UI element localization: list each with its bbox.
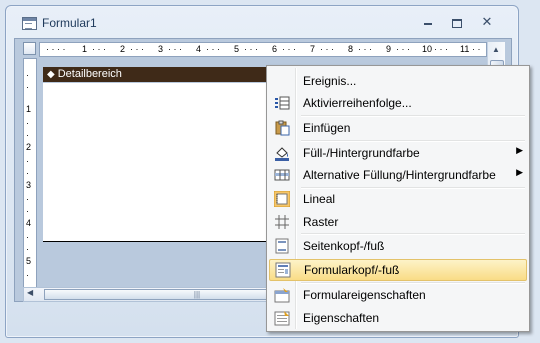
menu-item-lineal[interactable]: Lineal: [269, 188, 525, 210]
menu-item-label: Raster: [303, 215, 339, 229]
menu-item-aktivierreihenfolge[interactable]: Aktivierreihenfolge...: [269, 92, 525, 114]
menu-item-label: Formularkopf/-fuß: [304, 263, 400, 277]
menu-item-seitenkopf[interactable]: Seitenkopf-/fuß: [269, 235, 525, 257]
scroll-left-arrow-icon[interactable]: ◀: [27, 288, 33, 297]
alternate-fill-icon: [274, 167, 290, 183]
scroll-up-arrow-icon[interactable]: ▲: [490, 44, 502, 56]
page-header-icon: [274, 238, 290, 254]
tab-order-icon: [274, 95, 290, 111]
paste-icon: [274, 120, 290, 136]
menu-item-label: Seitenkopf-/fuß: [303, 239, 385, 253]
menu-item-eigenschaften[interactable]: Eigenschaften: [269, 307, 525, 329]
ruler-mark: 2: [26, 142, 32, 152]
menu-item-label: Ereignis...: [303, 74, 357, 88]
submenu-arrow-icon: ▶: [516, 168, 523, 178]
menu-item-alternative-fuellung[interactable]: Alternative Füllung/Hintergrundfarbe ▶: [269, 164, 525, 186]
ruler-mark: 1: [82, 44, 88, 54]
menu-item-label: Aktivierreihenfolge...: [303, 96, 412, 110]
ruler-mark: 8: [348, 44, 354, 54]
menu-item-raster[interactable]: Raster: [269, 211, 525, 233]
menu-item-label: Lineal: [303, 192, 336, 206]
menu-item-fuellfarbe[interactable]: Füll-/Hintergrundfarbe ▶: [269, 142, 525, 164]
menu-item-label: Eigenschaften: [303, 311, 380, 325]
ruler-mark: 3: [158, 44, 164, 54]
maximize-button[interactable]: [446, 15, 468, 31]
fill-color-icon: [274, 145, 290, 161]
menu-item-label: Einfügen: [303, 121, 351, 135]
menu-item-formularkopf[interactable]: Formularkopf/-fuß: [269, 259, 527, 281]
grid-icon: [274, 214, 290, 230]
ruler-mark: 9: [386, 44, 392, 54]
menu-item-label: Alternative Füllung/Hintergrundfarbe: [303, 168, 496, 182]
menu-item-einfuegen[interactable]: Einfügen: [269, 117, 525, 139]
ruler-mark: 4: [196, 44, 202, 54]
submenu-arrow-icon: ▶: [516, 146, 523, 156]
ruler-mark: 4: [26, 218, 32, 228]
window-title: Formular1: [42, 16, 97, 30]
form-icon: [22, 17, 37, 30]
ruler-mark: 7: [310, 44, 316, 54]
ruler-mark: 5: [234, 44, 240, 54]
menu-item-label: Füll-/Hintergrundfarbe: [303, 146, 420, 160]
ruler-mark: 11: [460, 44, 470, 54]
ruler-mark: 3: [26, 180, 32, 190]
section-label: Detailbereich: [57, 68, 122, 80]
context-menu: Ereignis... Aktivierreihenfolge... Einfü…: [266, 65, 530, 332]
form-header-icon: [275, 262, 291, 278]
section-arrow-icon: ◆: [47, 69, 55, 80]
vertical-ruler[interactable]: · · 1 · · 2 · · 3 · · 4 · · 5 ·: [23, 58, 37, 290]
ruler-mark: 5: [26, 256, 32, 266]
properties-icon: [274, 310, 290, 326]
menu-item-ereignis[interactable]: Ereignis...: [269, 70, 525, 92]
horizontal-ruler[interactable]: · · · · 1 · · · 2 · · · 3 · · · 4 · · · …: [39, 42, 487, 57]
title-bar[interactable]: Formular1 ✕: [6, 6, 518, 36]
form-properties-icon: [274, 287, 290, 303]
ruler-mark: 6: [272, 44, 278, 54]
menu-item-label: Formulareigenschaften: [303, 288, 426, 302]
menu-item-formulareigenschaften[interactable]: Formulareigenschaften: [269, 284, 525, 306]
ruler-corner-selector[interactable]: [23, 42, 36, 55]
ruler-icon: [273, 190, 291, 208]
minimize-button[interactable]: [417, 15, 439, 31]
ruler-mark: 10: [422, 44, 433, 54]
ruler-mark: 1: [26, 104, 32, 114]
close-button[interactable]: ✕: [476, 15, 498, 31]
ruler-mark: 2: [120, 44, 126, 54]
